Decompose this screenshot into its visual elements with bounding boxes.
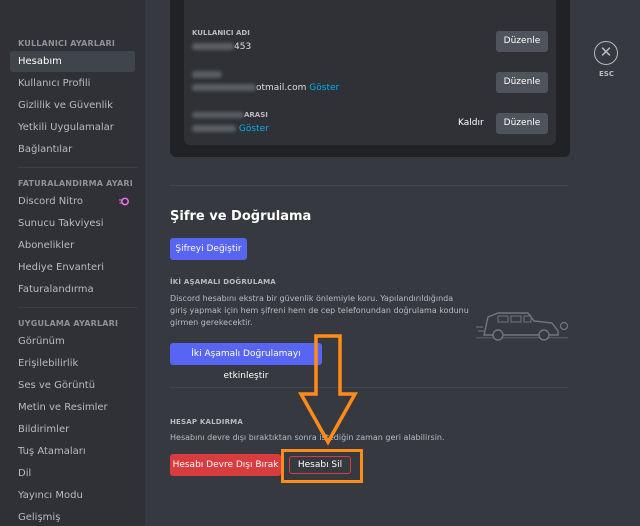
close-icon[interactable]: ✕ <box>594 41 618 65</box>
redacted-text <box>192 43 234 50</box>
sidebar-item-streamer-mode[interactable]: Yayıncı Modu <box>10 485 135 506</box>
section-divider <box>170 387 568 388</box>
email-label <box>192 70 222 78</box>
settings-sidebar: KULLANICI AYARLARI Hesabım Kullanıcı Pro… <box>0 0 145 526</box>
phone-value: Göster <box>192 124 269 134</box>
account-removal-description: Hesabını devre dışı bıraktıktan sonra is… <box>170 433 445 442</box>
car-illustration-icon <box>476 312 569 341</box>
sidebar-item-discord-nitro[interactable]: Discord Nitro <box>10 191 135 212</box>
two-factor-description: Discord hesabını ekstra bir güvenlik önl… <box>170 294 469 327</box>
username-value: 453 <box>192 42 251 52</box>
edit-phone-button[interactable]: Düzenle <box>496 113 548 134</box>
sidebar-header-app-settings: UYGULAMA AYARLARI <box>18 319 119 328</box>
username-label: KULLANICI ADI <box>192 29 250 37</box>
nitro-icon <box>119 197 129 206</box>
sidebar-item-user-profile[interactable]: Kullanıcı Profili <box>10 73 135 94</box>
redacted-text <box>192 70 222 78</box>
sidebar-header-billing: FATURALANDIRMA AYARLA... <box>18 179 132 188</box>
email-value: otmail.com Göster <box>192 83 339 93</box>
redacted-text <box>192 84 256 91</box>
sidebar-header-user-settings: KULLANICI AYARLARI <box>18 39 116 48</box>
disable-account-button[interactable]: Hesabı Devre Dışı Bırak <box>170 454 281 476</box>
sidebar-separator <box>18 307 138 308</box>
sidebar-item-accessibility[interactable]: Erişilebilirlik <box>10 353 135 374</box>
change-password-button[interactable]: Şifreyi Değiştir <box>170 238 247 260</box>
delete-account-button[interactable]: Hesabı Sil <box>289 456 351 474</box>
sidebar-item-gift-inventory[interactable]: Hediye Envanteri <box>10 257 135 278</box>
esc-label: ESC <box>599 70 614 78</box>
sidebar-item-authorized-apps[interactable]: Yetkili Uygulamalar <box>10 117 135 138</box>
account-info-panel: KULLANICI ADI 453 Düzenle otmail.com Gös… <box>184 0 556 145</box>
sidebar-item-advanced[interactable]: Gelişmiş <box>10 507 135 526</box>
phone-label: ARASI <box>192 111 268 119</box>
remove-phone-link[interactable]: Kaldır <box>458 118 484 128</box>
sidebar-separator <box>18 167 138 168</box>
sidebar-item-billing[interactable]: Faturalandırma <box>10 279 135 300</box>
account-card: KULLANICI ADI 453 Düzenle otmail.com Gös… <box>170 0 570 157</box>
sidebar-item-text-images[interactable]: Metin ve Resimler <box>10 397 135 418</box>
enable-2fa-button[interactable]: İki Aşamalı Doğrulamayı etkinleştir <box>170 343 322 381</box>
sidebar-item-appearance[interactable]: Görünüm <box>10 331 135 352</box>
sidebar-item-connections[interactable]: Bağlantılar <box>10 139 135 160</box>
sidebar-item-privacy-safety[interactable]: Gizlilik ve Güvenlik <box>10 95 135 116</box>
redacted-text <box>192 112 244 118</box>
section-divider <box>170 185 568 186</box>
sidebar-item-subscriptions[interactable]: Abonelikler <box>10 235 135 256</box>
edit-email-button[interactable]: Düzenle <box>496 72 548 93</box>
two-factor-header: İKİ AŞAMALI DOĞRULAMA <box>170 278 276 286</box>
edit-username-button[interactable]: Düzenle <box>496 31 548 52</box>
redacted-text <box>192 125 236 132</box>
section-title: Şifre ve Doğrulama <box>170 209 312 224</box>
show-phone-link[interactable]: Göster <box>239 124 269 134</box>
sidebar-item-my-account[interactable]: Hesabım <box>10 51 135 72</box>
sidebar-item-voice-video[interactable]: Ses ve Görüntü <box>10 375 135 396</box>
sidebar-item-language[interactable]: Dil <box>10 463 135 484</box>
sidebar-item-server-boost[interactable]: Sunucu Takviyesi <box>10 213 135 234</box>
show-email-link[interactable]: Göster <box>309 83 339 93</box>
sidebar-item-label: Discord Nitro <box>18 196 83 207</box>
account-removal-header: HESAP KALDIRMA <box>170 418 243 426</box>
sidebar-item-keybinds[interactable]: Tuş Atamaları <box>10 441 135 462</box>
sidebar-item-notifications[interactable]: Bildirimler <box>10 419 135 440</box>
